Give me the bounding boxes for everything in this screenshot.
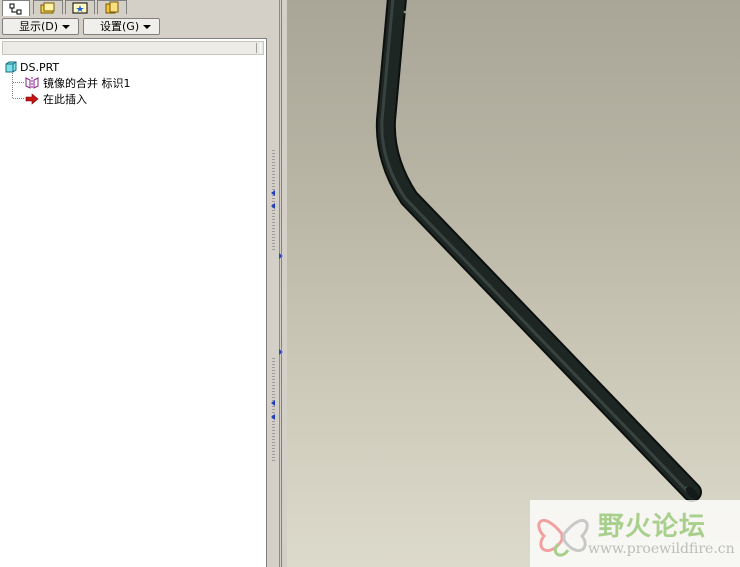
insert-here-arrow-icon [25, 93, 39, 105]
watermark-url: www.proewildfire.cn [588, 541, 735, 557]
favorites-icon [72, 2, 88, 13]
chevron-down-icon [143, 24, 152, 29]
show-menu-label: 显示(D) [19, 20, 59, 33]
tab-folder-browser[interactable] [33, 0, 63, 14]
show-menu-button[interactable]: 显示(D) [2, 18, 79, 35]
watermark: 野火论坛 www.proewildfire.cn [530, 500, 740, 567]
tube-model[interactable] [287, 0, 740, 567]
part-icon [5, 61, 17, 73]
model-tree: DS.PRT 镜像的合并 标识1 在此插入 [0, 38, 267, 567]
collapse-left-arrow-icon[interactable] [271, 190, 275, 196]
tree-column-header[interactable] [2, 41, 264, 55]
collapse-left-arrow-icon[interactable] [271, 400, 275, 406]
tab-favorites[interactable] [65, 0, 95, 14]
tree-root-item[interactable]: DS.PRT [5, 59, 59, 75]
watermark-title: 野火论坛 [598, 512, 707, 542]
navigator-panel: 显示(D) 设置(G) DS.PRT 镜像的合并 标识1 在此插入 [0, 0, 270, 567]
tree-connector [13, 82, 24, 83]
tree-root-label: DS.PRT [20, 60, 60, 74]
sash-grip[interactable] [272, 358, 275, 463]
graphics-viewport[interactable] [287, 0, 740, 567]
model-tree-icon [9, 3, 22, 14]
splitter-guide-line [279, 0, 280, 567]
chevron-down-icon [62, 24, 71, 29]
column-grip[interactable] [256, 43, 261, 53]
folder-browser-icon [40, 2, 55, 13]
mirror-merge-icon [25, 77, 39, 89]
tree-item-label: 镜像的合并 标识1 [43, 77, 131, 90]
settings-menu-label: 设置(G) [100, 20, 140, 33]
butterfly-logo-icon [537, 519, 589, 557]
panel-splitter[interactable] [267, 0, 287, 567]
collapse-left-arrow-icon[interactable] [271, 203, 275, 209]
settings-menu-button[interactable]: 设置(G) [83, 18, 160, 35]
tree-item-insert-here[interactable]: 在此插入 [24, 91, 87, 107]
tree-item-label: 在此插入 [43, 93, 87, 106]
navigator-tabs [0, 0, 270, 16]
layers-icon [105, 1, 119, 14]
tab-model-tree[interactable] [2, 0, 30, 16]
tab-layers[interactable] [97, 0, 127, 14]
sash-grip[interactable] [272, 150, 275, 250]
tree-connector [13, 98, 24, 99]
tree-item-mirror-merge[interactable]: 镜像的合并 标识1 [24, 75, 131, 91]
splitter-edge [281, 0, 282, 567]
collapse-left-arrow-icon[interactable] [271, 414, 275, 420]
navigator-toolbar: 显示(D) 设置(G) [0, 16, 270, 38]
